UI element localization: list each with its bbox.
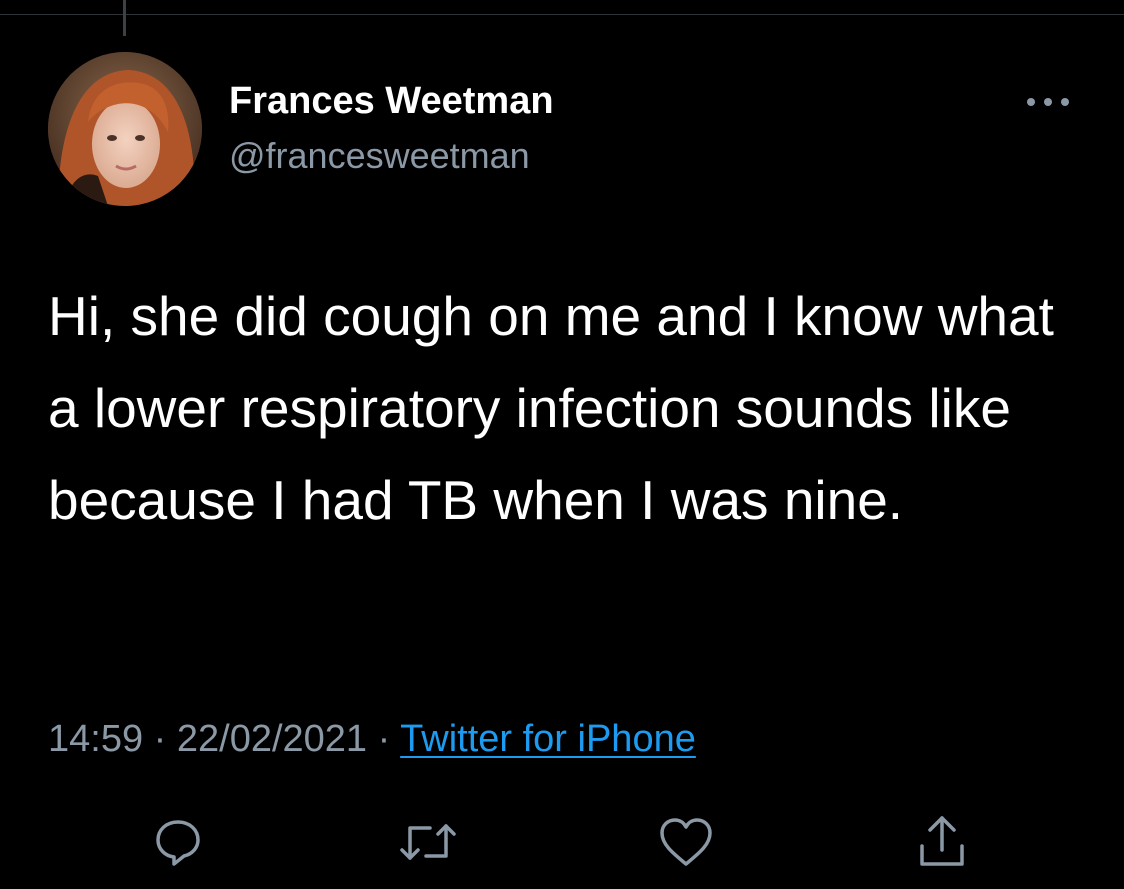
user-handle[interactable]: @francesweetman [229, 134, 530, 178]
retweet-button[interactable] [392, 810, 464, 874]
more-options-button[interactable] [1020, 84, 1076, 120]
heart-icon [660, 818, 712, 866]
display-name[interactable]: Frances Weetman [229, 78, 554, 124]
like-button[interactable] [650, 810, 722, 874]
reply-icon [156, 820, 200, 866]
top-divider [0, 14, 1124, 15]
share-icon [920, 816, 964, 866]
tweet-action-bar [0, 810, 1124, 874]
tweet-source-link[interactable]: Twitter for iPhone [400, 718, 696, 760]
meta-separator: · [377, 718, 391, 760]
share-button[interactable] [906, 810, 978, 874]
tweet-metadata: 14:59 · 22/02/2021 · Twitter for iPhone [48, 712, 696, 766]
tweet-time: 14:59 [48, 718, 144, 760]
thread-connector-line [123, 0, 126, 36]
retweet-icon [400, 824, 456, 860]
tweet-text: Hi, she did cough on me and I know what … [48, 285, 1054, 531]
tweet-date: 22/02/2021 [176, 718, 368, 760]
avatar[interactable] [48, 52, 202, 206]
meta-separator: · [153, 718, 167, 760]
reply-button[interactable] [142, 810, 214, 874]
avatar-photo [48, 52, 202, 206]
more-horizontal-icon [1027, 98, 1069, 106]
